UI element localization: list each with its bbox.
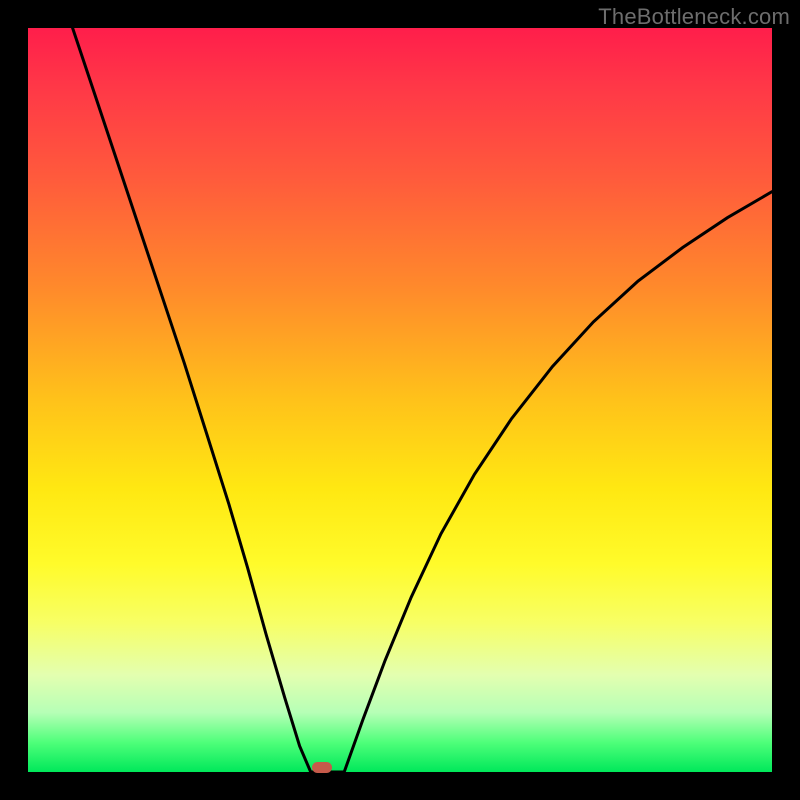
- plot-area: [28, 28, 772, 772]
- chart-frame: TheBottleneck.com: [0, 0, 800, 800]
- watermark-text: TheBottleneck.com: [598, 4, 790, 30]
- bottleneck-curve: [28, 28, 772, 772]
- optimal-point-marker: [312, 762, 332, 773]
